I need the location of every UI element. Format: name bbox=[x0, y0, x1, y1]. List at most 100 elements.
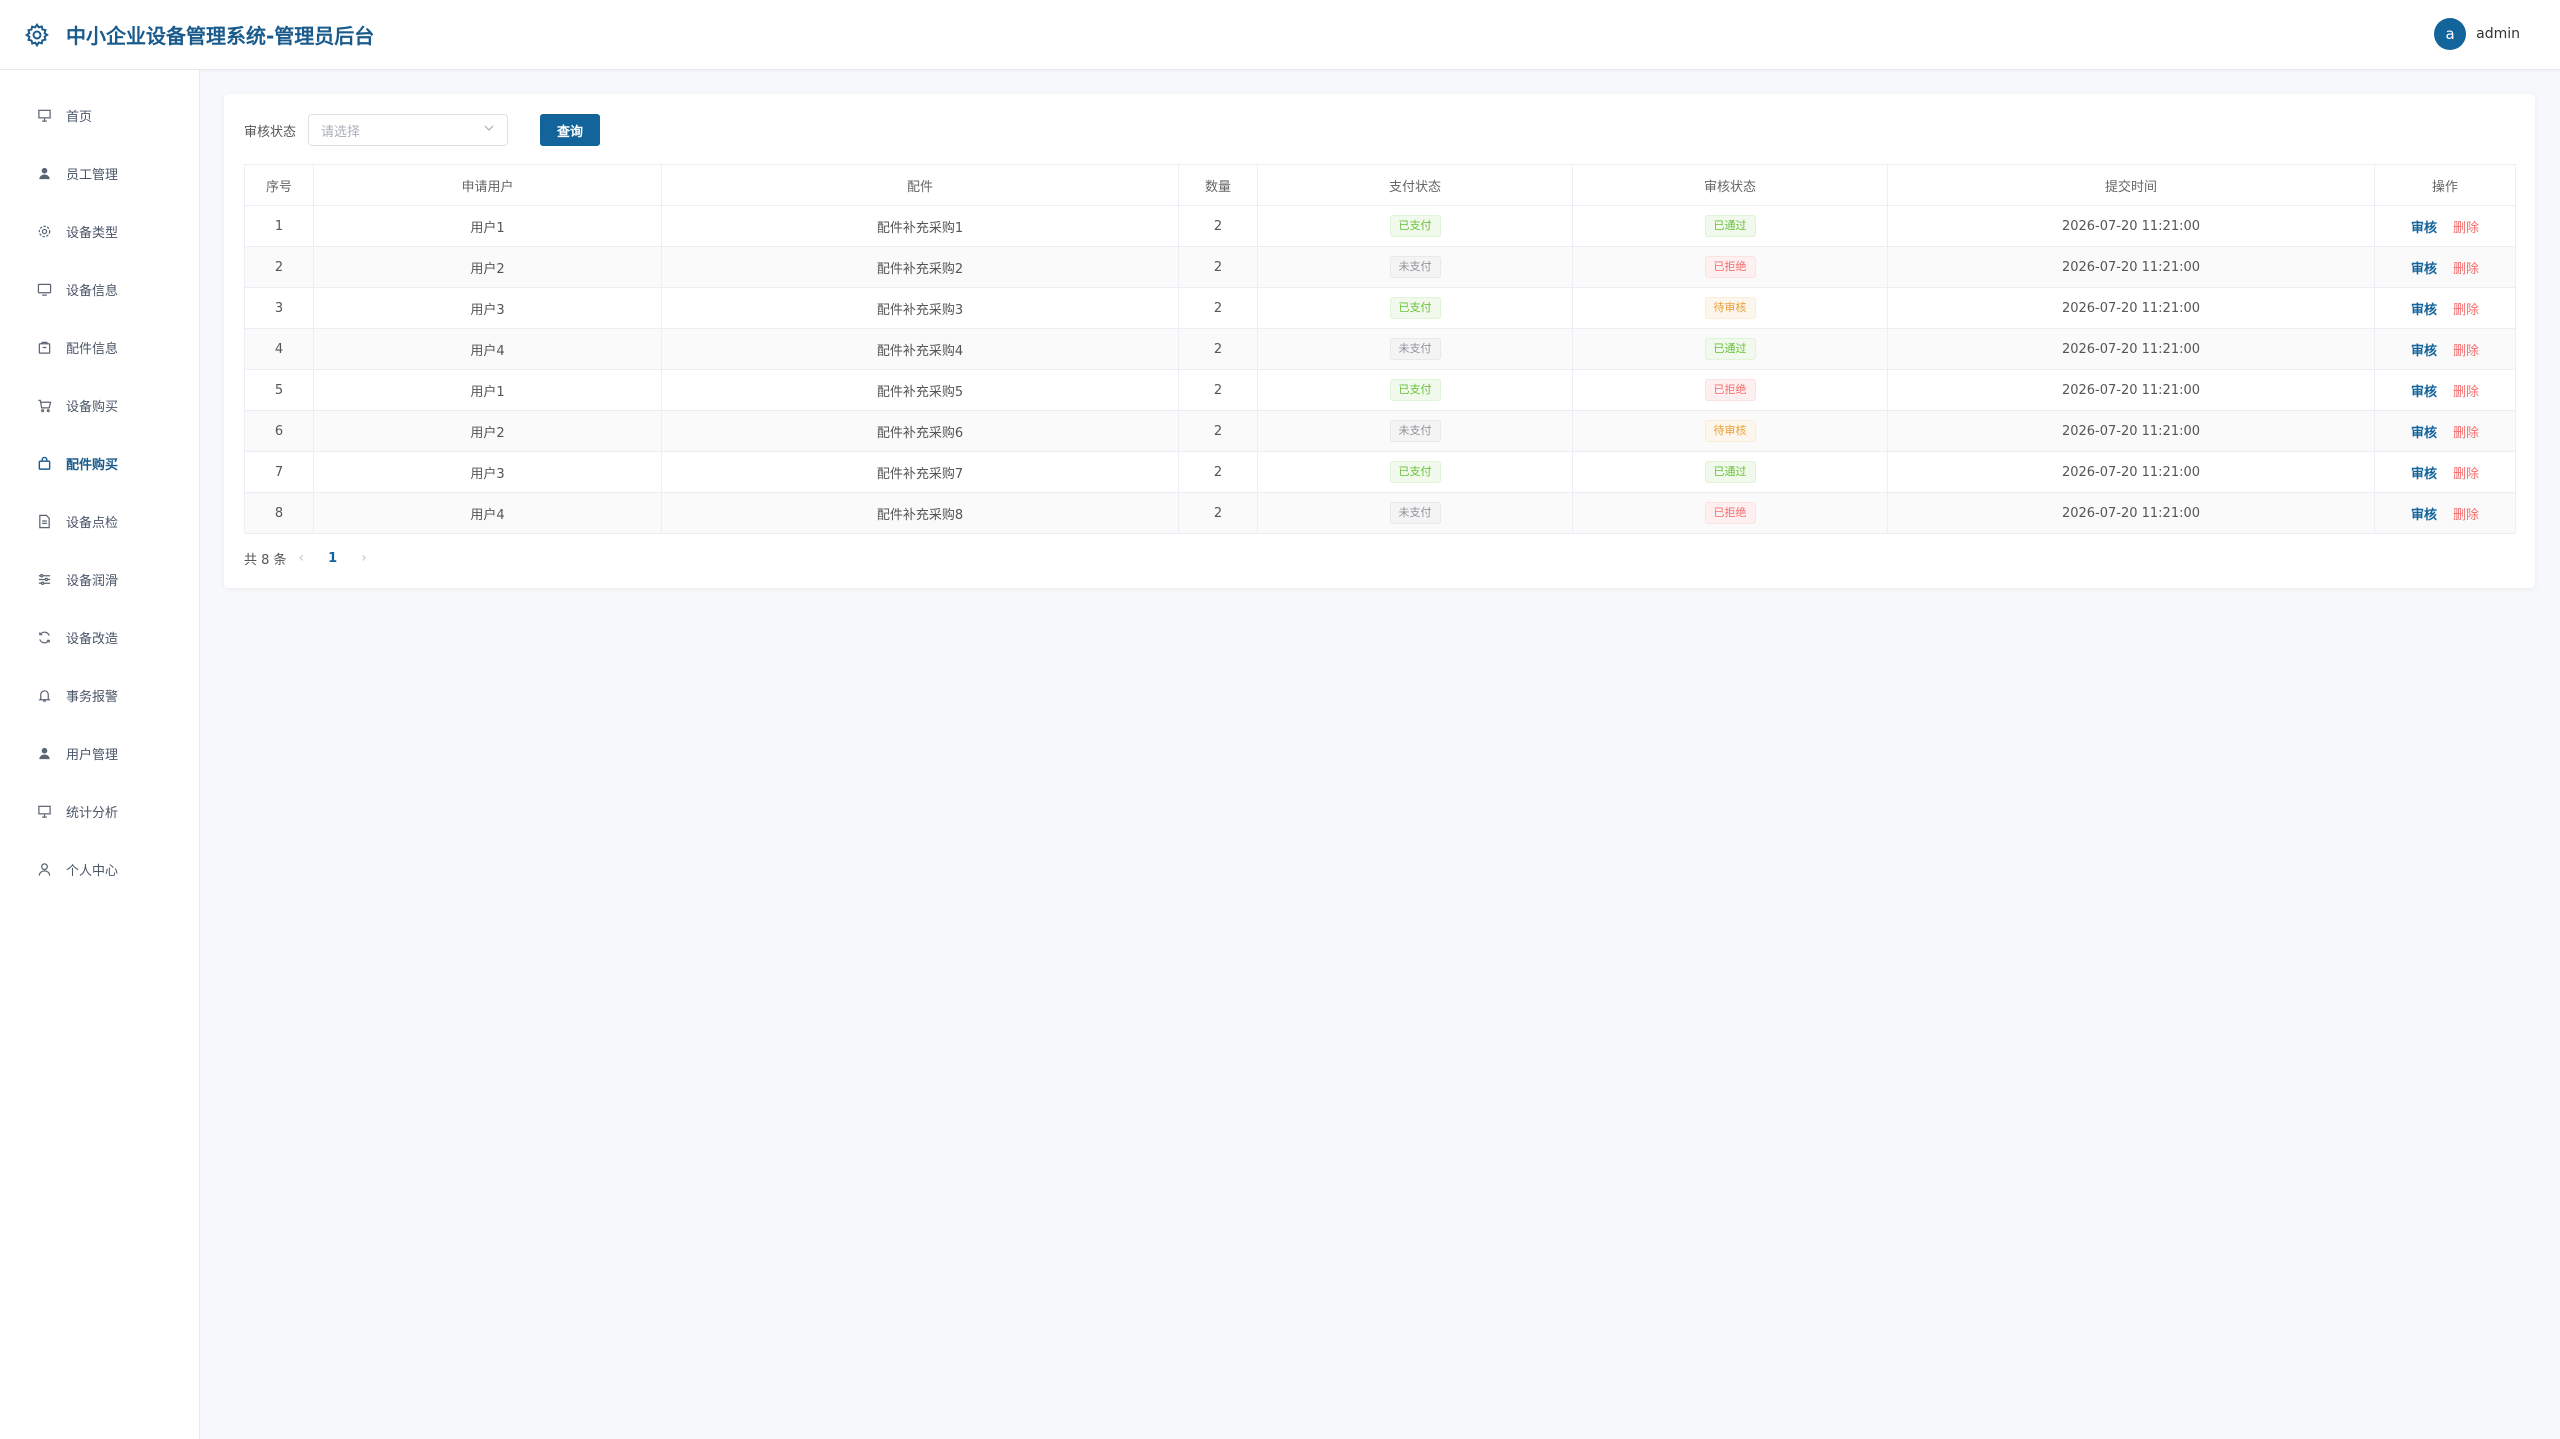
table-row: 5 用户1 配件补充采购5 2 已支付 已拒绝 2026-07-20 11:21:00 审核 删… bbox=[244, 369, 2516, 411]
cell-quantity: 2 bbox=[1178, 328, 1258, 370]
cell-part: 配件补充采购8 bbox=[661, 492, 1179, 534]
cell-quantity: 2 bbox=[1178, 451, 1258, 493]
cell-user: 用户1 bbox=[313, 369, 662, 411]
cell-pay-status: 已支付 bbox=[1257, 369, 1573, 411]
delete-button[interactable]: 删除 bbox=[2453, 221, 2479, 236]
filter-label: 审核状态 bbox=[244, 124, 297, 140]
audit-button[interactable]: 审核 bbox=[2411, 303, 2437, 318]
cell-index: 2 bbox=[244, 246, 314, 288]
pay-status-badge: 已支付 bbox=[1389, 379, 1441, 401]
refresh-icon bbox=[36, 629, 52, 645]
next-page-icon[interactable]: › bbox=[361, 550, 367, 566]
delete-button[interactable]: 删除 bbox=[2453, 344, 2479, 359]
sidebar-item-3[interactable]: 设备信息 bbox=[0, 260, 199, 318]
cell-quantity: 2 bbox=[1178, 369, 1258, 411]
gear-icon bbox=[24, 21, 52, 49]
cell-actions: 审核 删除 bbox=[2374, 451, 2516, 493]
table-row: 1 用户1 配件补充采购1 2 已支付 已通过 2026-07-20 11:21:00 审核 删… bbox=[244, 205, 2516, 247]
sidebar-item-0[interactable]: 首页 bbox=[0, 86, 199, 144]
cell-index: 5 bbox=[244, 369, 314, 411]
cell-submit-time: 2026-07-20 11:21:00 bbox=[1887, 492, 2375, 534]
column-header: 数量 bbox=[1178, 164, 1258, 206]
delete-button[interactable]: 删除 bbox=[2453, 467, 2479, 482]
column-header: 序号 bbox=[244, 164, 314, 206]
sidebar-item-6[interactable]: 配件购买 bbox=[0, 434, 199, 492]
filter-bar: 审核状态 请选择 查询 bbox=[244, 114, 2515, 146]
table-row: 7 用户3 配件补充采购7 2 已支付 已通过 2026-07-20 11:21:00 审核 删… bbox=[244, 451, 2516, 493]
column-header: 操作 bbox=[2374, 164, 2516, 206]
sidebar-item-label: 设备购买 bbox=[66, 399, 119, 415]
user-menu[interactable]: a admin bbox=[2434, 18, 2520, 50]
audit-button[interactable]: 审核 bbox=[2411, 385, 2437, 400]
sidebar-item-label: 配件信息 bbox=[66, 341, 119, 357]
cell-actions: 审核 删除 bbox=[2374, 287, 2516, 329]
cell-quantity: 2 bbox=[1178, 287, 1258, 329]
audit-button[interactable]: 审核 bbox=[2411, 221, 2437, 236]
prev-page-icon[interactable]: ‹ bbox=[299, 550, 305, 566]
sidebar-item-8[interactable]: 设备润滑 bbox=[0, 550, 199, 608]
sidebar-item-label: 配件购买 bbox=[66, 457, 119, 473]
delete-button[interactable]: 删除 bbox=[2453, 508, 2479, 523]
audit-status-select[interactable]: 请选择 bbox=[308, 114, 509, 146]
table-row: 3 用户3 配件补充采购3 2 已支付 待审核 2026-07-20 11:21:00 审核 删… bbox=[244, 287, 2516, 329]
cell-audit-status: 已拒绝 bbox=[1572, 492, 1888, 534]
column-header: 支付状态 bbox=[1257, 164, 1573, 206]
query-button[interactable]: 查询 bbox=[540, 114, 601, 146]
pay-status-badge: 已支付 bbox=[1389, 461, 1441, 483]
cell-part: 配件补充采购1 bbox=[661, 205, 1179, 247]
cell-pay-status: 已支付 bbox=[1257, 451, 1573, 493]
delete-button[interactable]: 删除 bbox=[2453, 385, 2479, 400]
cell-submit-time: 2026-07-20 11:21:00 bbox=[1887, 451, 2375, 493]
audit-status-badge: 待审核 bbox=[1704, 297, 1756, 319]
sidebar-item-4[interactable]: 配件信息 bbox=[0, 318, 199, 376]
audit-button[interactable]: 审核 bbox=[2411, 508, 2437, 523]
cell-user: 用户2 bbox=[313, 410, 662, 452]
audit-status-badge: 已拒绝 bbox=[1704, 502, 1756, 524]
pay-status-badge: 已支付 bbox=[1389, 215, 1441, 237]
avatar[interactable]: a bbox=[2434, 18, 2467, 50]
cell-part: 配件补充采购4 bbox=[661, 328, 1179, 370]
sidebar-item-2[interactable]: 设备类型 bbox=[0, 202, 199, 260]
delete-button[interactable]: 删除 bbox=[2453, 262, 2479, 277]
audit-button[interactable]: 审核 bbox=[2411, 426, 2437, 441]
pay-status-badge: 未支付 bbox=[1389, 256, 1441, 278]
sidebar-item-11[interactable]: 用户管理 bbox=[0, 724, 199, 782]
cell-index: 3 bbox=[244, 287, 314, 329]
sidebar-item-label: 设备信息 bbox=[66, 283, 119, 299]
cell-submit-time: 2026-07-20 11:21:00 bbox=[1887, 369, 2375, 411]
audit-status-badge: 已拒绝 bbox=[1704, 256, 1756, 278]
delete-button[interactable]: 删除 bbox=[2453, 303, 2479, 318]
sidebar-item-label: 设备润滑 bbox=[66, 573, 119, 589]
cell-quantity: 2 bbox=[1178, 205, 1258, 247]
sidebar-item-5[interactable]: 设备购买 bbox=[0, 376, 199, 434]
sidebar-item-13[interactable]: 个人中心 bbox=[0, 840, 199, 898]
box-icon bbox=[36, 339, 52, 355]
cell-audit-status: 待审核 bbox=[1572, 287, 1888, 329]
cell-pay-status: 未支付 bbox=[1257, 328, 1573, 370]
cell-index: 6 bbox=[244, 410, 314, 452]
audit-button[interactable]: 审核 bbox=[2411, 344, 2437, 359]
sidebar-item-7[interactable]: 设备点检 bbox=[0, 492, 199, 550]
cell-quantity: 2 bbox=[1178, 246, 1258, 288]
audit-status-badge: 待审核 bbox=[1704, 420, 1756, 442]
cell-index: 1 bbox=[244, 205, 314, 247]
cell-actions: 审核 删除 bbox=[2374, 369, 2516, 411]
audit-button[interactable]: 审核 bbox=[2411, 262, 2437, 277]
audit-button[interactable]: 审核 bbox=[2411, 467, 2437, 482]
delete-button[interactable]: 删除 bbox=[2453, 426, 2479, 441]
sidebar-item-9[interactable]: 设备改造 bbox=[0, 608, 199, 666]
document-icon bbox=[36, 513, 52, 529]
sidebar-item-10[interactable]: 事务报警 bbox=[0, 666, 199, 724]
app-title: 中小企业设备管理系统-管理员后台 bbox=[66, 24, 375, 48]
cell-quantity: 2 bbox=[1178, 410, 1258, 452]
sidebar-item-12[interactable]: 统计分析 bbox=[0, 782, 199, 840]
user-outline-icon bbox=[36, 861, 52, 877]
cell-index: 7 bbox=[244, 451, 314, 493]
cell-part: 配件补充采购2 bbox=[661, 246, 1179, 288]
username[interactable]: admin bbox=[2476, 26, 2520, 42]
sidebar-item-1[interactable]: 员工管理 bbox=[0, 144, 199, 202]
page-number[interactable]: 1 bbox=[328, 551, 337, 566]
cell-audit-status: 已通过 bbox=[1572, 205, 1888, 247]
column-header: 申请用户 bbox=[313, 164, 662, 206]
cell-index: 4 bbox=[244, 328, 314, 370]
